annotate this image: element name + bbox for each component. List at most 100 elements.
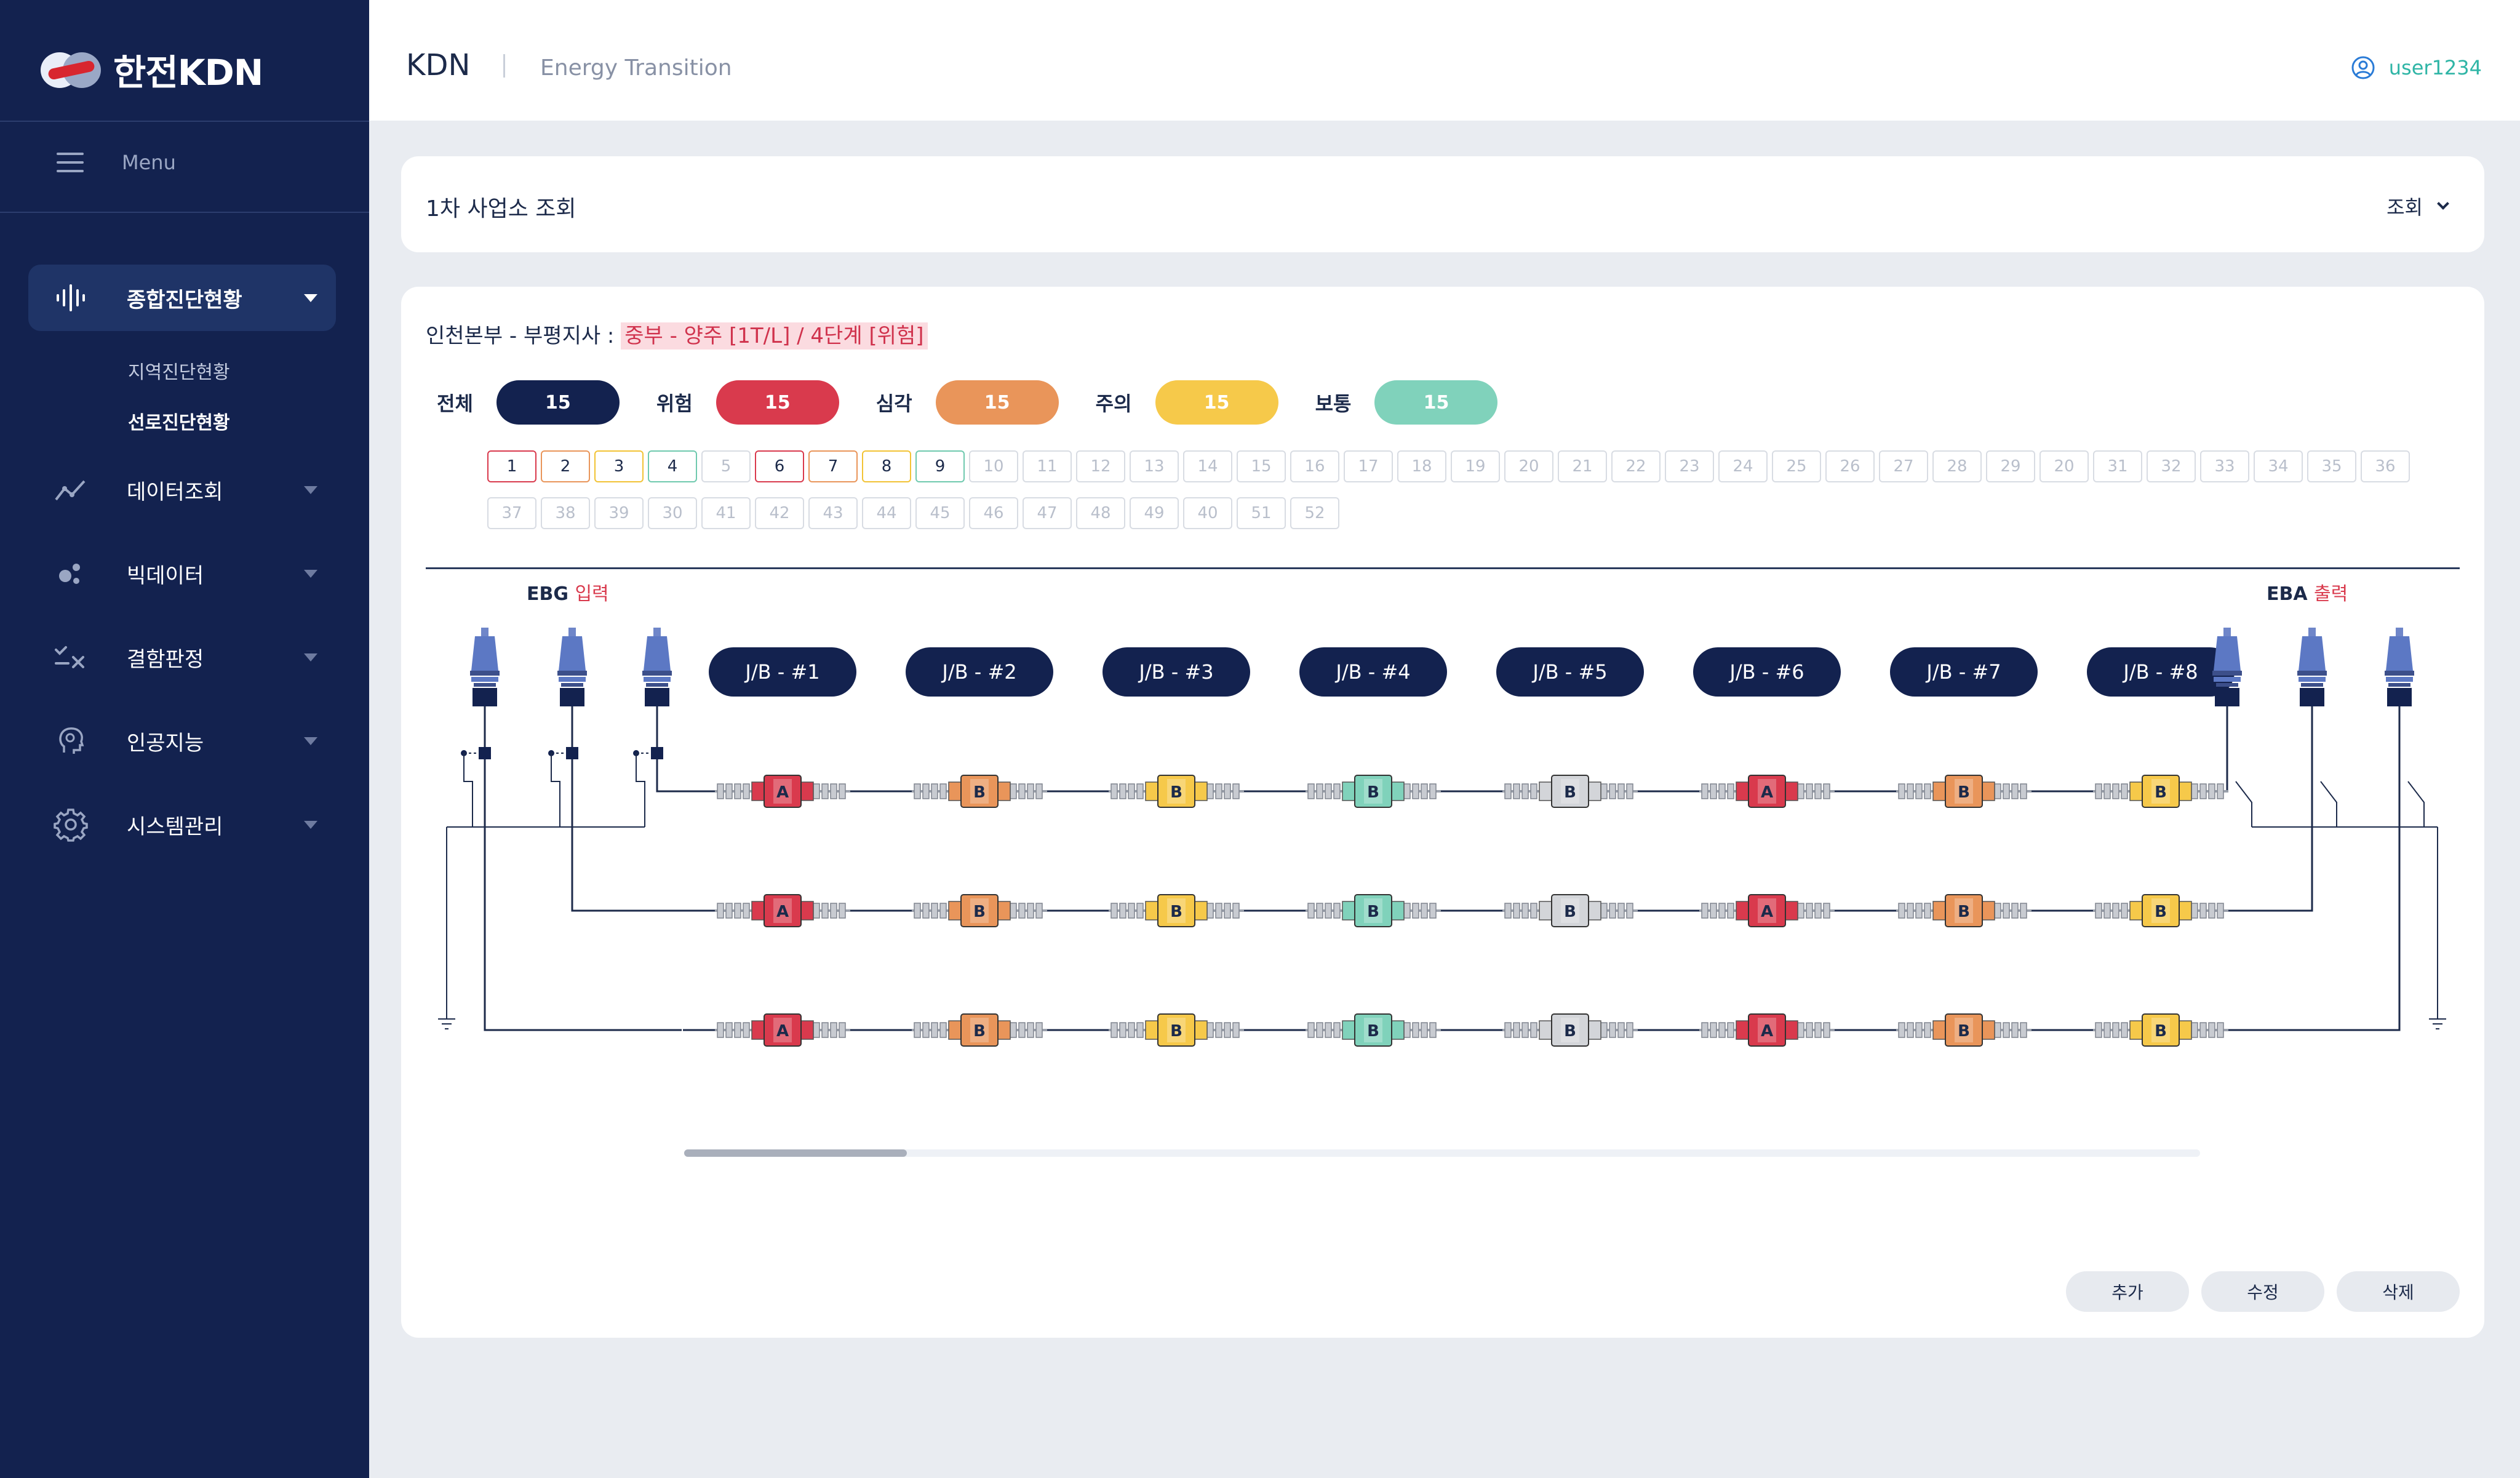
edit-button[interactable]: 수정 [2201,1271,2324,1312]
menu-toggle[interactable]: Menu [57,151,176,174]
connector-ridge [1421,903,1428,919]
joint-type-label: B [973,903,986,921]
connector-ridge [1609,783,1616,799]
connector-ridge [2191,1022,2198,1038]
stat-count-badge[interactable]: 15 [935,380,1059,425]
connector-ridge [2020,1022,2027,1038]
connector-ridge [1617,783,1625,799]
connector-ridge [1898,903,1905,919]
section-number-chip[interactable]: 36 [2361,450,2410,482]
logo[interactable]: 한전KDN [41,42,263,97]
scrollbar-thumb[interactable] [684,1149,907,1157]
section-number-chip[interactable]: 7 [808,450,858,482]
connector-ridge [1232,783,1240,799]
section-number-chip[interactable]: 9 [915,450,965,482]
section-number-chip[interactable]: 10 [969,450,1018,482]
section-number-chip[interactable]: 52 [1290,497,1339,529]
section-number-chip[interactable]: 38 [541,497,590,529]
section-number-chip[interactable]: 42 [755,497,804,529]
section-number-chip[interactable]: 15 [1237,450,1286,482]
section-number-chip[interactable]: 23 [1665,450,1714,482]
section-number-chip[interactable]: 13 [1130,450,1179,482]
add-button[interactable]: 추가 [2066,1271,2189,1312]
section-number-chip[interactable]: 32 [2147,450,2196,482]
section-number-chip[interactable]: 12 [1076,450,1125,482]
section-number-chip[interactable]: 41 [701,497,751,529]
section-number-chip[interactable]: 43 [808,497,858,529]
section-number-chip[interactable]: 22 [1611,450,1661,482]
section-number-chip[interactable]: 20 [1504,450,1553,482]
stat-1[interactable]: 위험 15 [656,380,839,425]
section-number-chip[interactable]: 6 [755,450,804,482]
section-number-chip[interactable]: 49 [1130,497,1179,529]
search-button[interactable]: 조회 [2386,192,2449,220]
section-number-chip[interactable]: 19 [1451,450,1500,482]
section-number-chip[interactable]: 17 [1344,450,1393,482]
stat-3[interactable]: 주의 15 [1096,380,1278,425]
terminator-ring [2216,683,2238,687]
connector-ridge [1018,1022,1026,1038]
sub-item-line[interactable]: 선로진단현황 [128,407,230,434]
section-number-chip[interactable]: 27 [1879,450,1928,482]
section-number-chip[interactable]: 16 [1290,450,1339,482]
section-number-chip[interactable]: 20 [2040,450,2089,482]
stat-count-badge[interactable]: 15 [716,380,839,425]
section-number-chip[interactable]: 34 [2254,450,2303,482]
section-number-chip[interactable]: 48 [1076,497,1125,529]
stat-label: 위험 [656,392,693,415]
section-number-chip[interactable]: 5 [701,450,751,482]
section-number-chip[interactable]: 31 [2093,450,2142,482]
sidebar-item-bigdata[interactable]: 빅데이터 [53,555,317,592]
section-number-chip[interactable]: 51 [1237,497,1286,529]
connector-sleeve [1588,1020,1601,1040]
section-number-chip[interactable]: 8 [862,450,911,482]
section-number-chip[interactable]: 47 [1023,497,1072,529]
section-number-chip[interactable]: 1 [487,450,536,482]
section-number-chip[interactable]: 3 [594,450,644,482]
section-number-chip[interactable]: 30 [648,497,697,529]
app-title: KDN [406,48,471,82]
sidebar-item-system[interactable]: 시스템관리 [53,806,317,843]
section-number-chip[interactable]: 11 [1023,450,1072,482]
section-number-chip[interactable]: 14 [1183,450,1232,482]
section-number-chip[interactable]: 26 [1825,450,1875,482]
connector-ridge [1232,1022,1240,1038]
delete-button[interactable]: 삭제 [2337,1271,2460,1312]
section-number-chip[interactable]: 37 [487,497,536,529]
connector-ridge [1530,903,1537,919]
section-number-chip[interactable]: 39 [594,497,644,529]
stat-count-badge[interactable]: 15 [1155,380,1278,425]
section-number-chip[interactable]: 28 [1932,450,1982,482]
section-number-chip[interactable]: 46 [969,497,1018,529]
connector-ridge [922,903,930,919]
section-number-chip[interactable]: 35 [2307,450,2356,482]
section-number-chip[interactable]: 44 [862,497,911,529]
section-number-chip[interactable]: 33 [2200,450,2249,482]
horizontal-scrollbar[interactable] [684,1149,2200,1157]
section-number-chip[interactable]: 4 [648,450,697,482]
section-number-chip[interactable]: 40 [1183,497,1232,529]
stat-0[interactable]: 전체 15 [437,380,620,425]
sidebar-item-diagnosis[interactable]: 종합진단현황 [53,279,317,316]
section-number-chip[interactable]: 45 [915,497,965,529]
connector-ridge [1915,903,1923,919]
stat-4[interactable]: 보통 15 [1315,380,1498,425]
stat-count-badge[interactable]: 15 [1374,380,1498,425]
user-menu[interactable]: user1234 [2351,55,2482,80]
stat-count-badge[interactable]: 15 [496,380,620,425]
sidebar-item-ai[interactable]: 인공지능 [53,722,317,759]
sidebar-item-data[interactable]: 데이터조회 [53,471,317,508]
connector-ridge [1814,1022,1822,1038]
connector-sleeve [948,781,962,801]
section-number-chip[interactable]: 21 [1558,450,1607,482]
sub-item-region[interactable]: 지역진단현황 [128,357,230,384]
section-number-chip[interactable]: 29 [1986,450,2035,482]
terminator-ring [644,677,671,682]
section-number-chip[interactable]: 24 [1718,450,1768,482]
section-number-chip[interactable]: 25 [1772,450,1821,482]
connector-ridge [1600,783,1608,799]
stat-2[interactable]: 심각 15 [876,380,1059,425]
sidebar-item-defect[interactable]: 결함판정 [53,639,317,676]
section-number-chip[interactable]: 18 [1397,450,1446,482]
section-number-chip[interactable]: 2 [541,450,590,482]
